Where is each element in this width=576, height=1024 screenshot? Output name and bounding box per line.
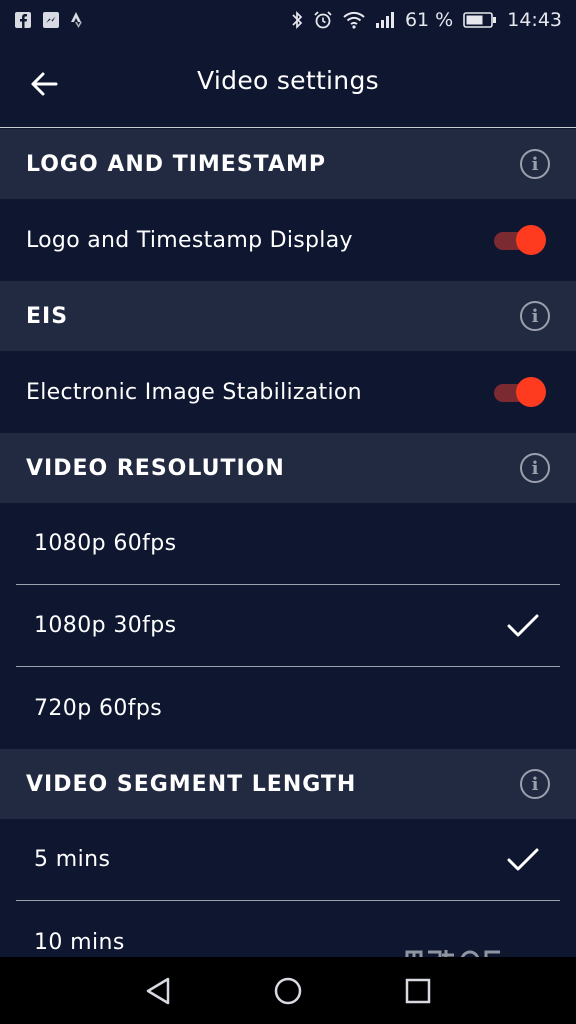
- strava-icon: [70, 11, 86, 29]
- wifi-icon: [343, 11, 365, 29]
- section-header-logo-timestamp: LOGO AND TIMESTAMP i: [0, 129, 576, 199]
- section-title: VIDEO RESOLUTION: [26, 455, 285, 481]
- option-label: 1080p 60fps: [34, 531, 177, 556]
- bluetooth-icon: [291, 10, 303, 30]
- toggle-thumb: [516, 225, 546, 255]
- section-header-video-resolution: VIDEO RESOLUTION i: [0, 433, 576, 503]
- messenger-icon: [42, 11, 60, 29]
- section-header-eis: EIS i: [0, 281, 576, 351]
- info-icon[interactable]: i: [520, 149, 550, 179]
- row-label: Electronic Image Stabilization: [26, 379, 362, 405]
- home-circle-icon: [274, 977, 302, 1004]
- info-icon[interactable]: i: [520, 769, 550, 799]
- status-bar: 61 % 14:43: [0, 0, 576, 40]
- checkmark-icon: [506, 609, 540, 643]
- section-title: VIDEO SEGMENT LENGTH: [26, 771, 357, 797]
- row-label: Logo and Timestamp Display: [26, 227, 353, 253]
- app-header: Video settings: [0, 40, 576, 128]
- status-time: 14:43: [507, 9, 562, 31]
- recents-square-icon: [405, 978, 431, 1003]
- status-right: 61 % 14:43: [291, 9, 562, 31]
- nav-home-button[interactable]: [268, 971, 308, 1011]
- info-icon[interactable]: i: [520, 301, 550, 331]
- toggle-thumb: [516, 377, 546, 407]
- facebook-icon: [14, 11, 32, 29]
- resolution-option-720p60[interactable]: 720p 60fps: [16, 667, 560, 749]
- section-title: LOGO AND TIMESTAMP: [26, 151, 327, 177]
- logo-timestamp-toggle[interactable]: [494, 224, 546, 256]
- battery-icon: [463, 11, 497, 29]
- option-label: 720p 60fps: [34, 695, 163, 721]
- status-left: [14, 11, 86, 29]
- nav-recents-button[interactable]: [398, 971, 438, 1011]
- eis-row[interactable]: Electronic Image Stabilization: [0, 351, 576, 433]
- system-nav-bar: [0, 957, 576, 1024]
- logo-timestamp-row[interactable]: Logo and Timestamp Display: [0, 199, 576, 281]
- option-label: 10 mins: [34, 929, 125, 955]
- eis-toggle[interactable]: [494, 376, 546, 408]
- alarm-icon: [313, 10, 333, 30]
- nav-back-button[interactable]: [138, 971, 178, 1011]
- option-label: 1080p 30fps: [34, 613, 177, 638]
- resolution-option-1080p60[interactable]: 1080p 60fps: [16, 503, 560, 585]
- section-title: EIS: [26, 303, 69, 329]
- page-title: Video settings: [197, 66, 379, 95]
- settings-list: LOGO AND TIMESTAMP i Logo and Timestamp …: [0, 129, 576, 983]
- section-header-video-segment-length: VIDEO SEGMENT LENGTH i: [0, 749, 576, 819]
- segment-option-5-mins[interactable]: 5 mins: [16, 819, 560, 901]
- resolution-option-1080p30[interactable]: 1080p 30fps: [16, 585, 560, 667]
- checkmark-icon: [506, 843, 540, 877]
- option-label: 5 mins: [34, 847, 111, 872]
- battery-percent: 61 %: [404, 9, 454, 31]
- info-icon[interactable]: i: [520, 453, 550, 483]
- signal-icon: [375, 11, 395, 29]
- back-triangle-icon: [146, 977, 170, 1004]
